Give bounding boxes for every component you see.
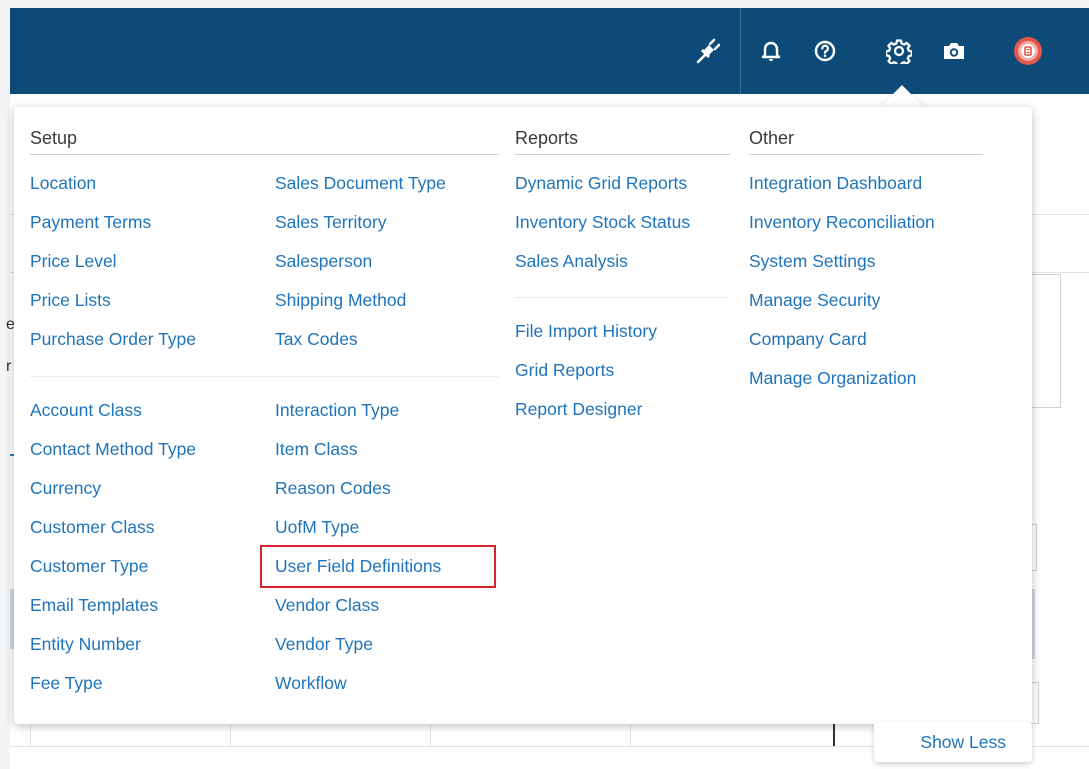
menu-item-vendor-class[interactable]: Vendor Class xyxy=(275,595,379,615)
camera-icon[interactable] xyxy=(938,35,970,67)
menu-item-customer-class[interactable]: Customer Class xyxy=(30,517,154,537)
avatar[interactable] xyxy=(1012,35,1044,67)
menu-item-sales-document-type[interactable]: Sales Document Type xyxy=(275,173,446,193)
menu-item-fee-type[interactable]: Fee Type xyxy=(30,673,103,693)
menu-item-inventory-reconciliation[interactable]: Inventory Reconciliation xyxy=(749,212,935,232)
highlight-box xyxy=(260,545,496,588)
menu-item-report-designer[interactable]: Report Designer xyxy=(515,399,642,419)
menu-item-file-import-history[interactable]: File Import History xyxy=(515,321,657,341)
plug-icon[interactable] xyxy=(692,35,724,67)
menu-item-company-card[interactable]: Company Card xyxy=(749,329,867,349)
help-icon[interactable] xyxy=(809,35,841,67)
menu-item-interaction-type[interactable]: Interaction Type xyxy=(275,400,399,420)
menu-caret xyxy=(880,85,924,107)
menu-item-customer-type[interactable]: Customer Type xyxy=(30,556,148,576)
menu-item-inventory-stock-status[interactable]: Inventory Stock Status xyxy=(515,212,690,232)
section-heading-reports: Reports xyxy=(515,128,730,155)
menu-item-purchase-order-type[interactable]: Purchase Order Type xyxy=(30,329,196,349)
menu-item-account-class[interactable]: Account Class xyxy=(30,400,142,420)
menu-item-tax-codes[interactable]: Tax Codes xyxy=(275,329,358,349)
menu-item-location[interactable]: Location xyxy=(30,173,96,193)
menu-item-sales-territory[interactable]: Sales Territory xyxy=(275,212,387,232)
bell-icon[interactable] xyxy=(755,35,787,67)
section-heading-setup: Setup xyxy=(30,128,499,155)
menu-item-shipping-method[interactable]: Shipping Method xyxy=(275,290,406,310)
show-less-button[interactable]: Show Less xyxy=(874,722,1032,762)
reports-group-separator xyxy=(515,297,730,298)
menu-item-entity-number[interactable]: Entity Number xyxy=(30,634,141,654)
menu-item-integration-dashboard[interactable]: Integration Dashboard xyxy=(749,173,922,193)
menu-item-sales-analysis[interactable]: Sales Analysis xyxy=(515,251,628,271)
menu-item-contact-method-type[interactable]: Contact Method Type xyxy=(30,439,196,459)
menu-item-currency[interactable]: Currency xyxy=(30,478,101,498)
menu-item-item-class[interactable]: Item Class xyxy=(275,439,358,459)
menu-item-price-lists[interactable]: Price Lists xyxy=(30,290,111,310)
bg-partial-text: r xyxy=(6,358,12,375)
top-navigation-bar xyxy=(10,8,1089,94)
gear-icon[interactable] xyxy=(883,35,915,67)
menu-item-reason-codes[interactable]: Reason Codes xyxy=(275,478,391,498)
menu-item-grid-reports[interactable]: Grid Reports xyxy=(515,360,614,380)
menu-item-system-settings[interactable]: System Settings xyxy=(749,251,875,271)
menu-item-price-level[interactable]: Price Level xyxy=(30,251,117,271)
menu-item-salesperson[interactable]: Salesperson xyxy=(275,251,372,271)
menu-item-email-templates[interactable]: Email Templates xyxy=(30,595,158,615)
menu-item-manage-organization[interactable]: Manage Organization xyxy=(749,368,916,388)
menu-item-dynamic-grid-reports[interactable]: Dynamic Grid Reports xyxy=(515,173,687,193)
setup-group-separator xyxy=(30,376,499,377)
menu-item-manage-security[interactable]: Manage Security xyxy=(749,290,880,310)
menu-item-vendor-type[interactable]: Vendor Type xyxy=(275,634,373,654)
section-heading-other: Other xyxy=(749,128,983,155)
menu-item-workflow[interactable]: Workflow xyxy=(275,673,347,693)
settings-dropdown-menu: Setup Reports Other Location Payment Ter… xyxy=(14,107,1032,724)
menu-item-payment-terms[interactable]: Payment Terms xyxy=(30,212,151,232)
header-divider xyxy=(740,8,741,94)
menu-item-uofm-type[interactable]: UofM Type xyxy=(275,517,359,537)
